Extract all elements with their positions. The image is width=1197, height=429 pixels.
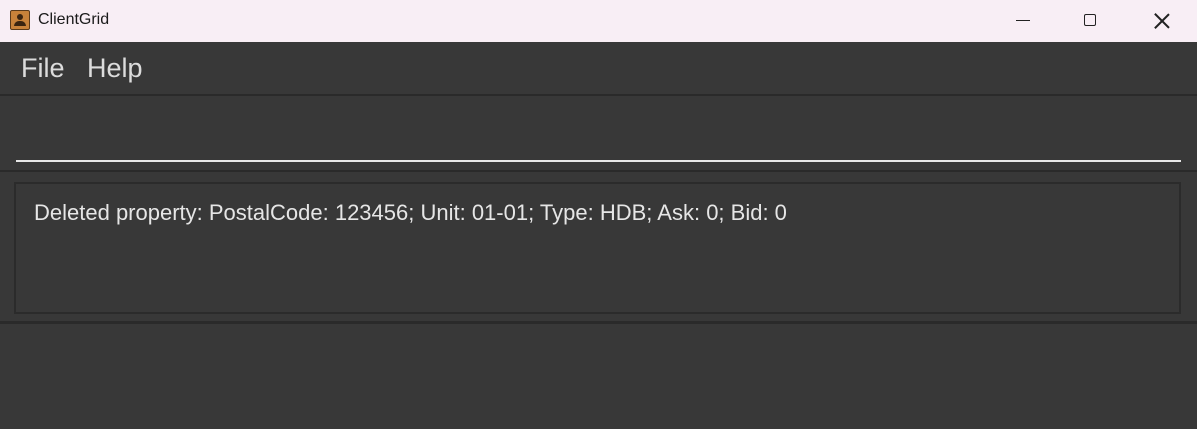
menu-bar: File Help [0,42,1197,96]
maximize-icon [1084,14,1096,26]
minimize-button[interactable] [1000,0,1046,42]
contact-book-icon [10,10,30,30]
title-bar[interactable]: ClientGrid [0,0,1197,42]
close-button[interactable] [1139,0,1185,42]
result-display-panel: Deleted property: PostalCode: 123456; Un… [0,172,1197,324]
menu-file[interactable]: File [21,53,65,84]
minimize-icon [1016,20,1030,21]
result-message: Deleted property: PostalCode: 123456; Un… [34,200,787,225]
command-box-panel [0,96,1197,172]
menu-help[interactable]: Help [87,53,143,84]
window-title: ClientGrid [38,11,110,28]
app-window: ClientGrid File Help Deleted property: P… [0,0,1197,429]
result-display[interactable]: Deleted property: PostalCode: 123456; Un… [14,182,1181,314]
command-input[interactable] [16,116,1181,162]
list-panel [0,324,1197,429]
maximize-button[interactable] [1068,0,1114,42]
close-icon [1154,13,1170,29]
